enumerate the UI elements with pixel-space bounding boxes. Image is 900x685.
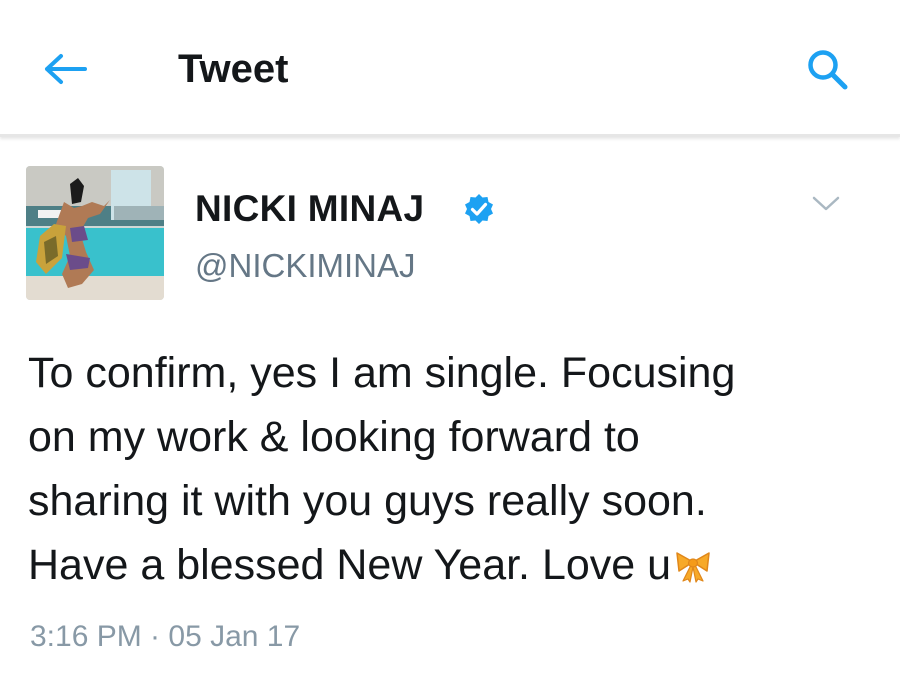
tweet-text-line: To confirm, yes I am single. Focusing — [28, 349, 736, 397]
verified-badge-icon — [465, 194, 493, 224]
search-button[interactable] — [800, 42, 856, 98]
tweet-timestamp[interactable]: 3:16 PM · 05 Jan 17 — [30, 617, 300, 657]
avatar[interactable] — [26, 166, 164, 300]
tweet-text: To confirm, yes I am single. Focusing on… — [28, 341, 878, 597]
profile-photo — [26, 166, 164, 300]
tweet-options-button[interactable] — [806, 188, 846, 220]
page-title: Tweet — [178, 47, 289, 91]
author-handle[interactable]: @NICKIMINAJ — [195, 245, 416, 287]
arrow-left-icon — [45, 54, 87, 84]
author-name[interactable]: NICKI MINAJ — [195, 186, 424, 232]
chevron-down-icon — [812, 196, 840, 211]
ribbon-bow-icon — [676, 552, 710, 583]
app-header: Tweet — [0, 0, 900, 137]
tweet-text-line: Have a blessed New Year. Love u — [28, 541, 672, 589]
tweet-text-last-line: Have a blessed New Year. Love u — [28, 533, 878, 597]
tweet-text-line: sharing it with you guys really soon. — [28, 477, 707, 525]
search-icon — [808, 50, 848, 90]
back-button[interactable] — [40, 45, 92, 93]
tweet-text-line: on my work & looking forward to — [28, 413, 640, 461]
